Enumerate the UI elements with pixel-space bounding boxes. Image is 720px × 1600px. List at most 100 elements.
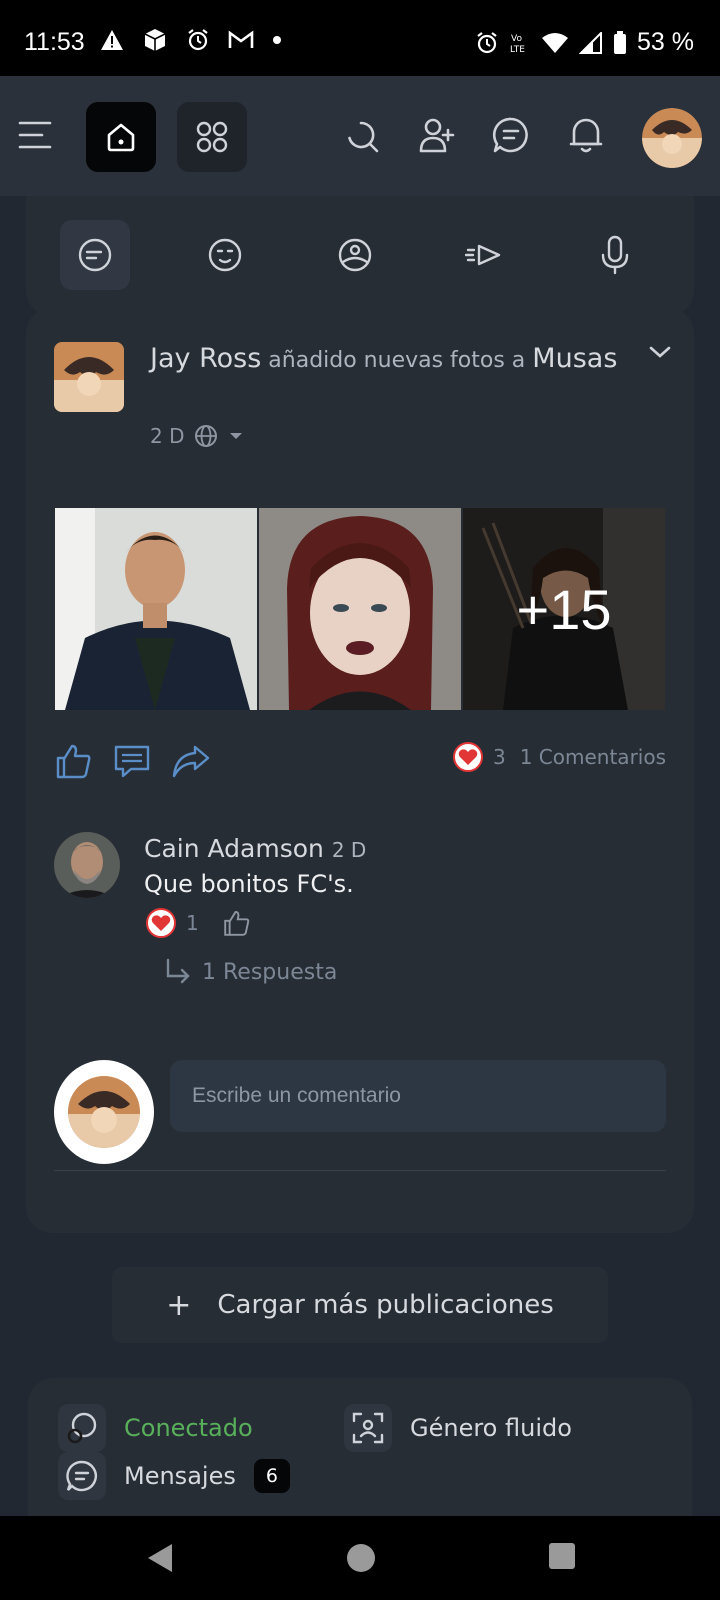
comment-icon[interactable] xyxy=(113,743,151,779)
post-target-link[interactable]: Musas xyxy=(532,343,617,374)
heart-reaction-icon xyxy=(452,742,483,772)
recents-icon[interactable] xyxy=(548,1542,576,1570)
post-author-avatar[interactable] xyxy=(54,342,124,412)
composer-voice-button[interactable] xyxy=(580,220,650,290)
comment-author-avatar[interactable] xyxy=(54,832,120,898)
divider xyxy=(54,1170,666,1171)
online-status-label: Conectado xyxy=(124,1414,253,1442)
emoji-icon xyxy=(208,238,242,272)
online-status: Conectado xyxy=(58,1404,253,1452)
post-meta: 2 D xyxy=(150,424,244,448)
notifications-button[interactable] xyxy=(568,116,604,154)
mic-icon xyxy=(601,235,629,275)
dot-icon xyxy=(273,36,281,44)
svg-text:LTE: LTE xyxy=(510,45,525,55)
alarm-icon xyxy=(188,29,208,51)
post-author-name[interactable]: Jay Ross xyxy=(150,343,261,374)
post-time: 2 D xyxy=(150,424,185,448)
post-action-text: añadido nuevas fotos a xyxy=(268,348,526,373)
gmail-icon xyxy=(228,30,254,48)
caret-down-icon[interactable] xyxy=(228,431,244,441)
photo-gallery: +15 xyxy=(55,508,665,710)
home-nav-icon[interactable] xyxy=(345,1542,377,1574)
write-comment xyxy=(54,1060,666,1164)
comment-input[interactable] xyxy=(170,1060,666,1132)
search-button[interactable] xyxy=(346,120,380,154)
share-icon[interactable] xyxy=(171,743,211,779)
profile-info-card: Conectado Género fluido Mensajes 6 xyxy=(28,1378,692,1518)
messages-count-badge: 6 xyxy=(253,1459,290,1493)
battery-icon xyxy=(614,30,627,54)
home-button[interactable] xyxy=(86,102,156,172)
signal-icon xyxy=(579,31,603,54)
profile-avatar[interactable] xyxy=(642,108,702,168)
globe-icon[interactable] xyxy=(194,424,218,448)
gallery-photo-more[interactable]: +15 xyxy=(463,508,665,710)
gallery-photo[interactable] xyxy=(55,508,257,710)
comment-time: 2 D xyxy=(331,838,367,862)
status-time: 11:53 xyxy=(24,28,85,56)
bell-icon xyxy=(569,118,603,153)
reply-arrow-icon xyxy=(166,958,190,984)
post-reactions[interactable]: 3 1 Comentarios xyxy=(452,742,666,772)
view-replies-link[interactable]: 1 Respuesta xyxy=(164,958,337,986)
add-user-icon xyxy=(419,118,455,153)
messages-button[interactable] xyxy=(492,116,530,154)
alarm-icon xyxy=(477,31,497,53)
post-actions xyxy=(55,742,211,780)
plus-icon: + xyxy=(166,1287,192,1323)
svg-text:Vo: Vo xyxy=(511,34,522,44)
apps-icon xyxy=(196,121,228,153)
gallery-photo[interactable] xyxy=(259,508,461,710)
load-more-button[interactable]: + Cargar más publicaciones xyxy=(112,1267,608,1343)
reaction-count: 3 xyxy=(492,745,506,769)
composer-emoji-button[interactable] xyxy=(190,220,260,290)
current-user-avatar xyxy=(54,1060,154,1164)
home-icon xyxy=(107,123,135,152)
replies-count: 1 Respuesta xyxy=(202,959,338,985)
system-nav-bar xyxy=(0,1516,720,1600)
gender-label: Género fluido xyxy=(410,1414,572,1442)
message-bubble-icon xyxy=(58,1452,106,1500)
post-card: Jay Ross añadido nuevas fotos a Musas 2 … xyxy=(26,308,694,1233)
chevron-down-icon xyxy=(649,346,671,358)
comments-count[interactable]: 1 Comentarios xyxy=(520,745,666,769)
comment-like-icon[interactable] xyxy=(223,909,251,937)
apps-button[interactable] xyxy=(177,102,247,172)
battery-text: 53 % xyxy=(637,28,694,56)
gender-info: Género fluido xyxy=(344,1404,572,1452)
status-bar: 11:53 Vo LTE 53 % xyxy=(0,0,720,76)
search-icon xyxy=(348,121,379,153)
post-options-button[interactable] xyxy=(648,344,672,364)
post-icon xyxy=(78,238,112,272)
more-photos-count: +15 xyxy=(463,508,665,710)
messages-label: Mensajes xyxy=(124,1462,236,1490)
comment-reaction-count: 1 xyxy=(186,911,199,935)
comment-header: Cain Adamson 2 D xyxy=(144,834,366,863)
status-icon xyxy=(58,1404,106,1452)
composer-video-button[interactable] xyxy=(450,220,520,290)
wifi-icon xyxy=(542,32,569,53)
load-more-label: Cargar más publicaciones xyxy=(217,1290,554,1320)
like-icon[interactable] xyxy=(55,742,93,780)
package-icon xyxy=(144,29,166,51)
back-icon[interactable] xyxy=(146,1542,174,1574)
comment-reactions: 1 xyxy=(146,908,251,938)
menu-icon[interactable] xyxy=(18,120,52,150)
gender-icon xyxy=(344,1404,392,1452)
heart-reaction-icon[interactable] xyxy=(146,908,176,938)
composer-bar xyxy=(26,196,694,316)
photo-icon xyxy=(338,238,372,272)
composer-photo-button[interactable] xyxy=(320,220,390,290)
comment-text: Que bonitos FC's. xyxy=(144,870,354,898)
add-friend-button[interactable] xyxy=(418,116,456,154)
video-icon xyxy=(465,244,501,266)
volte-icon: VoLTE xyxy=(510,34,525,55)
composer-post-button[interactable] xyxy=(60,220,130,290)
messages-info[interactable]: Mensajes 6 xyxy=(58,1452,290,1500)
top-nav xyxy=(0,76,720,196)
messages-icon xyxy=(492,117,528,153)
comment-author-name[interactable]: Cain Adamson xyxy=(144,834,324,863)
post-header: Jay Ross añadido nuevas fotos a Musas xyxy=(150,344,620,376)
warning-icon xyxy=(101,30,123,50)
